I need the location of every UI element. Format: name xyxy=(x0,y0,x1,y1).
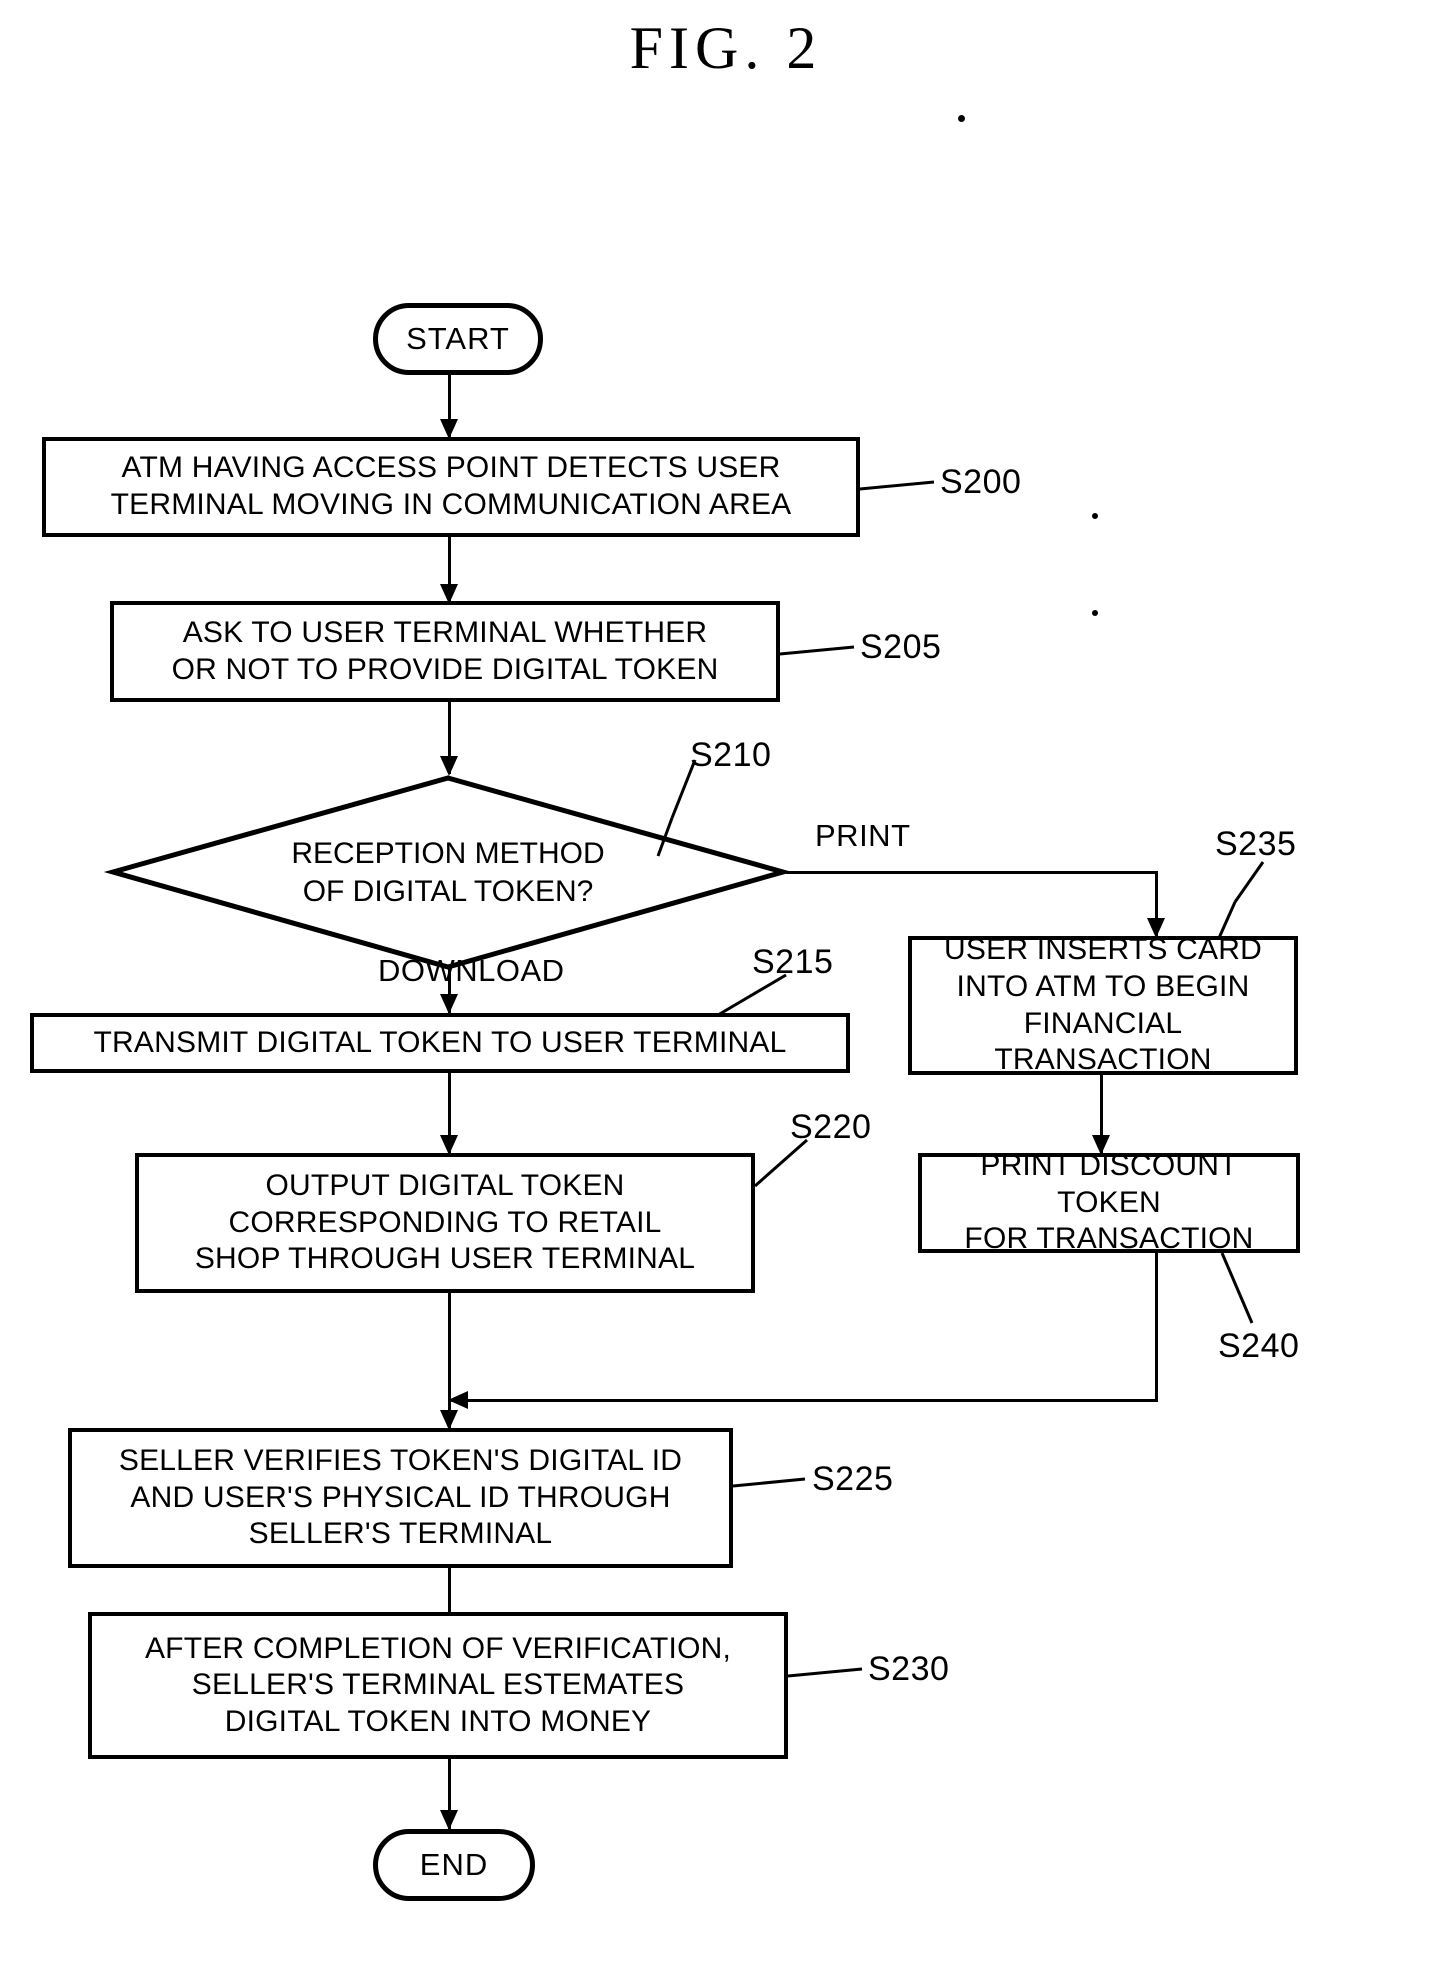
ref-label-s240: S240 xyxy=(1218,1327,1300,1365)
connector-print-horizontal xyxy=(786,871,1158,874)
process-s205-text: ASK TO USER TERMINAL WHETHER OR NOT TO P… xyxy=(171,615,719,686)
figure-page: FIG. 2 START ATM HAVING ACCESS POINT DET… xyxy=(0,0,1452,1980)
arrowhead-s205-to-s210 xyxy=(440,756,458,776)
ref-label-s200: S200 xyxy=(940,463,1022,501)
arrowhead-download-to-s215 xyxy=(440,994,458,1014)
process-s215-text: TRANSMIT DIGITAL TOKEN TO USER TERMINAL xyxy=(93,1025,787,1059)
process-s225: SELLER VERIFIES TOKEN'S DIGITAL ID AND U… xyxy=(68,1428,733,1568)
leader-s235 xyxy=(1217,861,1265,939)
decision-s210-line1: RECEPTION METHOD xyxy=(291,837,605,870)
process-s235-text: USER INSERTS CARD INTO ATM TO BEGIN FINA… xyxy=(944,933,1262,1077)
branch-label-download: DOWNLOAD xyxy=(378,953,565,988)
leader-s230 xyxy=(787,1667,863,1678)
arrowhead-s220-to-s225 xyxy=(440,1410,458,1430)
start-terminator: START xyxy=(373,303,543,375)
process-s235: USER INSERTS CARD INTO ATM TO BEGIN FINA… xyxy=(908,933,1298,1076)
process-s205: ASK TO USER TERMINAL WHETHER OR NOT TO P… xyxy=(110,601,780,702)
ref-label-s235: S235 xyxy=(1215,825,1297,863)
arrowhead-s215-to-s220 xyxy=(440,1135,458,1155)
leader-s205 xyxy=(779,645,855,656)
decision-s210-line2: OF DIGITAL TOKEN? xyxy=(302,874,594,908)
process-s230: AFTER COMPLETION OF VERIFICATION, SELLER… xyxy=(88,1612,788,1759)
ref-label-s225: S225 xyxy=(812,1460,894,1498)
process-s225-text: SELLER VERIFIES TOKEN'S DIGITAL ID AND U… xyxy=(118,1444,683,1551)
connector-merge-horizontal xyxy=(448,1399,1158,1402)
ref-label-s230: S230 xyxy=(868,1650,950,1688)
leader-s210 xyxy=(656,759,697,857)
connector-s220-to-s225 xyxy=(448,1293,451,1428)
process-s240-text: PRINT DISCOUNT TOKEN FOR TRANSACTION xyxy=(964,1149,1254,1256)
process-s240: PRINT DISCOUNT TOKEN FOR TRANSACTION xyxy=(918,1149,1300,1255)
leader-s240 xyxy=(1220,1252,1254,1324)
leader-s220 xyxy=(754,1138,808,1188)
process-s230-text: AFTER COMPLETION OF VERIFICATION, SELLER… xyxy=(144,1631,732,1738)
arrowhead-merge-into-main xyxy=(448,1391,468,1409)
end-label: END xyxy=(419,1847,489,1882)
ref-label-s220: S220 xyxy=(790,1108,872,1146)
scan-speckle xyxy=(958,115,965,122)
start-label: START xyxy=(406,321,510,356)
process-s215: TRANSMIT DIGITAL TOKEN TO USER TERMINAL xyxy=(30,1013,850,1073)
scan-speckle xyxy=(1092,513,1098,519)
leader-s225 xyxy=(732,1477,806,1488)
scan-speckle xyxy=(1092,610,1098,616)
arrowhead-s230-to-end xyxy=(440,1810,458,1830)
arrowhead-start-to-s200 xyxy=(440,419,458,439)
end-terminator: END xyxy=(373,1829,535,1901)
process-s200-text: ATM HAVING ACCESS POINT DETECTS USER TER… xyxy=(110,451,792,521)
ref-label-s215: S215 xyxy=(752,943,834,981)
figure-title: FIG. 2 xyxy=(629,15,823,81)
leader-s200 xyxy=(859,480,935,491)
connector-s240-down xyxy=(1155,1253,1158,1401)
ref-label-s210: S210 xyxy=(690,736,772,774)
process-s200: ATM HAVING ACCESS POINT DETECTS USER TER… xyxy=(42,437,860,537)
branch-label-print: PRINT xyxy=(815,818,911,853)
ref-label-s205: S205 xyxy=(860,628,942,666)
process-s220-text: OUTPUT DIGITAL TOKEN CORRESPONDING TO RE… xyxy=(194,1169,696,1276)
process-s220: OUTPUT DIGITAL TOKEN CORRESPONDING TO RE… xyxy=(135,1153,755,1293)
